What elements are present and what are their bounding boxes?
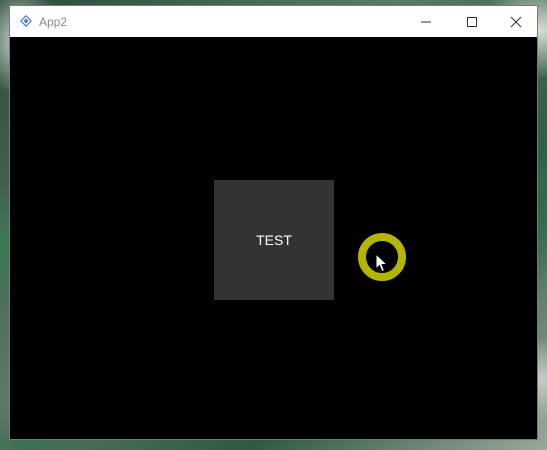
maximize-icon	[467, 16, 477, 27]
app-icon	[20, 15, 32, 27]
mouse-cursor-icon	[375, 253, 389, 273]
minimize-icon	[421, 21, 431, 22]
minimize-button[interactable]	[403, 6, 449, 37]
test-button[interactable]: TEST	[214, 180, 334, 300]
window-title: App2	[39, 15, 68, 29]
close-button[interactable]	[493, 6, 539, 37]
title-bar[interactable]: App2	[10, 6, 537, 37]
close-icon	[510, 16, 522, 27]
app-window: App2 TEST	[9, 5, 538, 440]
maximize-button[interactable]	[449, 6, 495, 37]
app-content: TEST	[10, 37, 537, 439]
